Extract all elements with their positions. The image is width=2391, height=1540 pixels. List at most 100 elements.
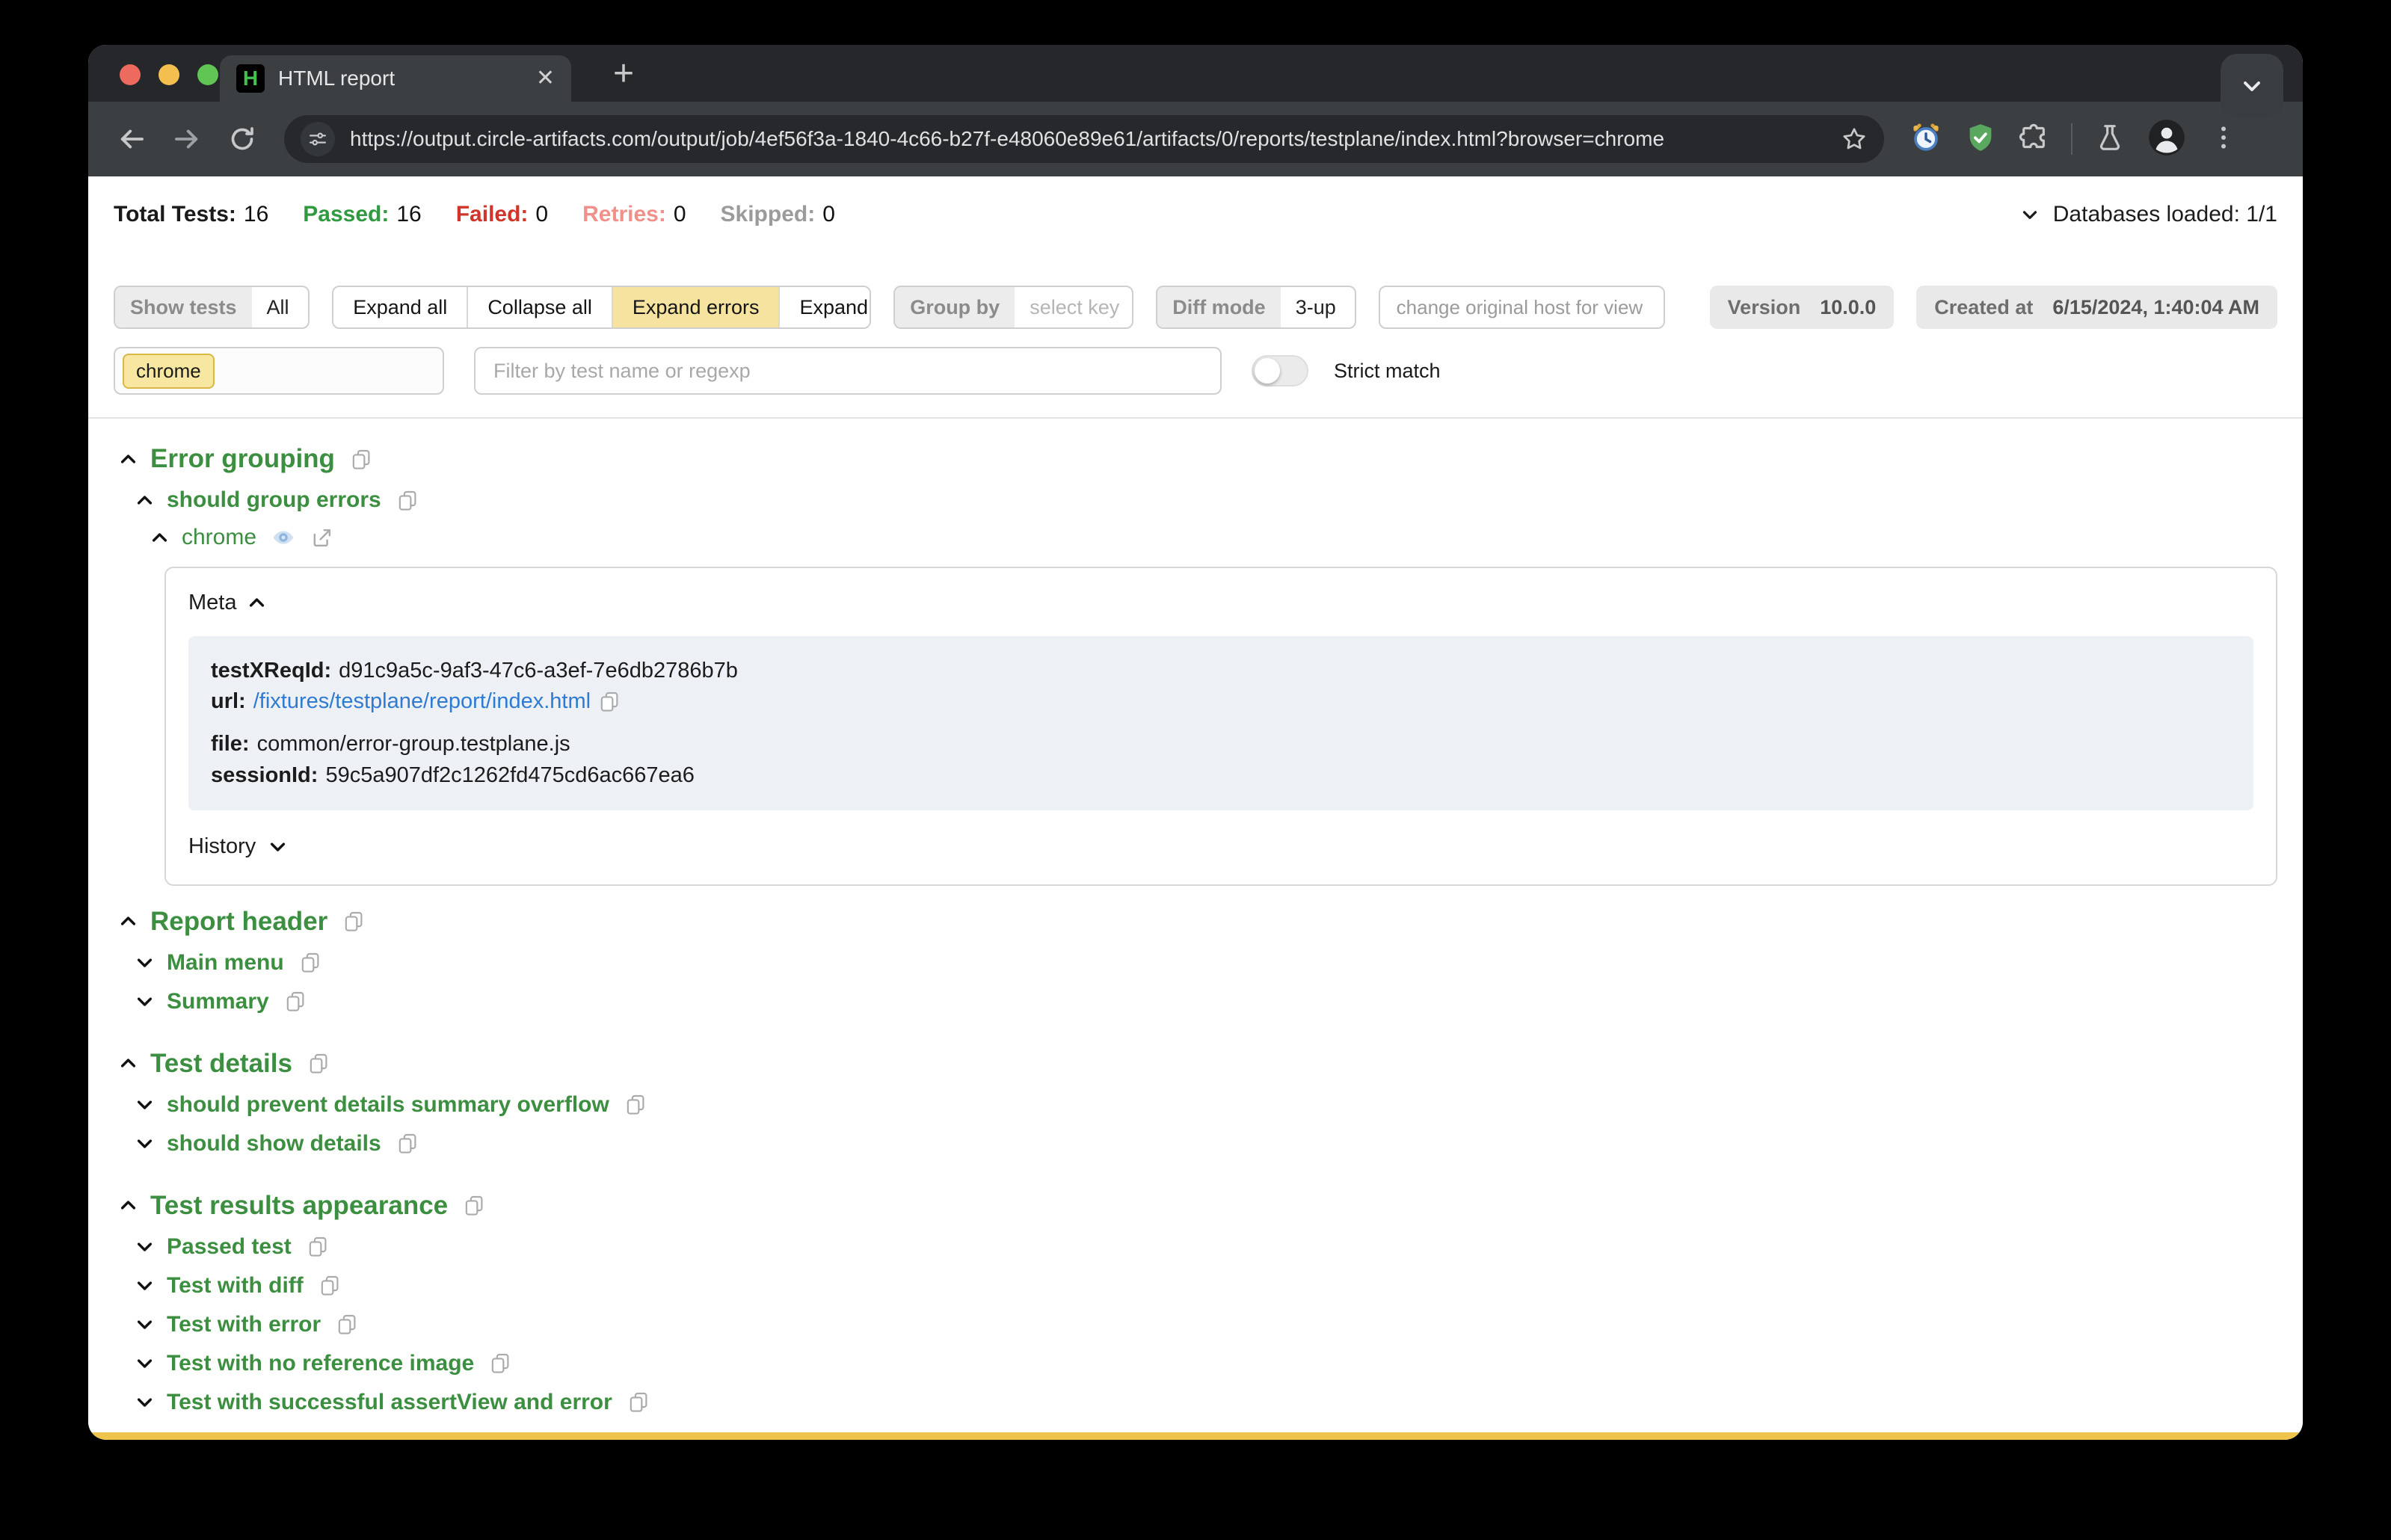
strict-match-toggle[interactable] — [1252, 355, 1308, 386]
chevron-up-icon[interactable] — [118, 449, 138, 469]
back-button[interactable] — [108, 115, 156, 163]
close-tab-icon[interactable]: ✕ — [536, 67, 555, 90]
suite-title[interactable]: Error grouping — [150, 444, 335, 474]
copy-icon[interactable] — [396, 1133, 418, 1154]
copy-icon[interactable] — [627, 1391, 649, 1413]
meta-key: sessionId: — [211, 763, 319, 787]
chevron-up-icon[interactable] — [150, 528, 170, 548]
suite-title[interactable]: Test with diff — [167, 1273, 304, 1299]
meta-row-testxreqid: testXReqId: d91c9a5c-9af3-47c6-a3ef-7e6db… — [211, 656, 2231, 686]
chevron-down-icon[interactable] — [135, 1275, 155, 1296]
copy-icon[interactable] — [284, 991, 306, 1012]
flask-icon[interactable] — [2095, 123, 2125, 156]
show-tests-control[interactable]: Show tests All — [114, 286, 310, 329]
tab-search-button[interactable] — [2221, 54, 2283, 117]
eye-icon[interactable] — [271, 526, 295, 549]
new-tab-button[interactable]: + — [604, 54, 643, 93]
copy-icon[interactable] — [350, 449, 372, 470]
zoom-window-button[interactable] — [197, 64, 218, 85]
suite-title[interactable]: Test with successful assertView and erro… — [167, 1390, 612, 1415]
bookmark-star-icon[interactable] — [1841, 126, 1868, 153]
extensions-puzzle-icon[interactable] — [2019, 123, 2049, 156]
suite-title[interactable]: Main menu — [167, 950, 284, 976]
suite-row: Summary — [114, 989, 2277, 1014]
chevron-down-icon[interactable] — [135, 1236, 155, 1257]
suite-row: Test results appearance — [114, 1191, 2277, 1221]
test-name-filter-input[interactable] — [474, 347, 1222, 395]
history-toggle[interactable]: History — [188, 834, 2253, 859]
suite-title[interactable]: Report header — [150, 907, 327, 937]
shield-extension-icon[interactable] — [1965, 122, 1996, 157]
copy-icon[interactable] — [342, 911, 364, 932]
suite-title[interactable]: chrome — [182, 525, 256, 550]
chevron-down-icon[interactable] — [135, 1314, 155, 1334]
group-by-select[interactable]: select key — [1015, 287, 1132, 327]
active-tab[interactable]: H HTML report ✕ — [220, 55, 571, 102]
button-expand-all[interactable]: Expand all — [333, 287, 469, 327]
suite-title[interactable]: Test with no reference image — [167, 1351, 474, 1376]
site-settings-icon[interactable] — [301, 122, 335, 156]
copy-icon[interactable] — [336, 1313, 357, 1335]
chevron-down-icon — [2022, 211, 2037, 219]
reload-button[interactable] — [218, 115, 266, 163]
chevron-down-icon[interactable] — [135, 1353, 155, 1373]
chevron-up-icon[interactable] — [135, 490, 155, 511]
stat-value: 0 — [673, 202, 686, 227]
chevron-up-icon[interactable] — [118, 1195, 138, 1216]
show-tests-select[interactable]: All — [252, 287, 310, 327]
menu-kebab-icon[interactable] — [2209, 123, 2238, 156]
suite-row: Test with error — [114, 1312, 2277, 1337]
chevron-up-icon[interactable] — [118, 911, 138, 931]
copy-icon[interactable] — [598, 691, 620, 712]
chevron-down-icon[interactable] — [135, 1392, 155, 1412]
chevron-down-icon[interactable] — [135, 1094, 155, 1115]
diff-mode-control[interactable]: Diff mode 3-up — [1156, 286, 1356, 329]
copy-icon[interactable] — [307, 1236, 328, 1257]
copy-icon[interactable] — [396, 490, 418, 511]
browser-filter-input[interactable]: chrome — [114, 347, 444, 395]
meta-section-toggle[interactable]: Meta — [188, 591, 2253, 615]
stat-item: Skipped: 0 — [721, 202, 835, 227]
stat-label: Passed: — [303, 202, 390, 227]
test-result-card: Meta testXReqId: d91c9a5c-9af3-47c6-a3ef-… — [164, 567, 2277, 886]
suite-title[interactable]: Passed test — [167, 1234, 292, 1260]
url-bar[interactable]: https://output.circle-artifacts.com/outp… — [284, 115, 1884, 163]
suite-title[interactable]: should show details — [167, 1131, 381, 1156]
forward-button[interactable] — [163, 115, 211, 163]
profile-avatar[interactable] — [2147, 118, 2186, 161]
suite-row: should prevent details summary overflow — [114, 1092, 2277, 1118]
alarm-clock-extension-icon[interactable] — [1910, 121, 1942, 158]
button-expand-errors[interactable]: Expand errors — [612, 287, 781, 327]
copy-icon[interactable] — [307, 1053, 329, 1074]
databases-loaded-toggle[interactable]: Databases loaded: 1/1 — [2019, 202, 2277, 227]
tab-strip: H HTML report ✕ + — [88, 45, 2303, 117]
suite-title[interactable]: Summary — [167, 989, 269, 1014]
copy-icon[interactable] — [624, 1094, 646, 1115]
chevron-down-icon[interactable] — [135, 991, 155, 1011]
button-expand-retries[interactable]: Expand retries — [780, 287, 870, 327]
share-icon[interactable] — [310, 526, 333, 549]
copy-icon[interactable] — [489, 1352, 511, 1374]
button-collapse-all[interactable]: Collapse all — [468, 287, 613, 327]
caret-down-icon — [309, 304, 310, 312]
suite-title[interactable]: should prevent details summary overflow — [167, 1092, 609, 1118]
suite-title[interactable]: should group errors — [167, 487, 381, 513]
stat-item: Passed: 16 — [303, 202, 421, 227]
group-by-control[interactable]: Group by select key — [893, 286, 1134, 329]
browser-chip[interactable]: chrome — [123, 353, 215, 389]
original-host-input[interactable] — [1378, 286, 1665, 329]
chevron-down-icon[interactable] — [135, 952, 155, 973]
minimize-window-button[interactable] — [159, 64, 179, 85]
suite-title[interactable]: Test results appearance — [150, 1191, 448, 1221]
close-window-button[interactable] — [120, 64, 141, 85]
copy-icon[interactable] — [299, 952, 321, 973]
chevron-down-icon[interactable] — [135, 1133, 155, 1154]
chevron-up-icon[interactable] — [118, 1053, 138, 1074]
url-text: https://output.circle-artifacts.com/outp… — [350, 127, 1665, 150]
meta-url-link[interactable]: /fixtures/testplane/report/index.html — [253, 689, 591, 713]
suite-title[interactable]: Test details — [150, 1049, 292, 1079]
copy-icon[interactable] — [463, 1195, 484, 1216]
suite-title[interactable]: Test with error — [167, 1312, 321, 1337]
diff-mode-select[interactable]: 3-up — [1281, 287, 1355, 327]
copy-icon[interactable] — [319, 1275, 340, 1296]
